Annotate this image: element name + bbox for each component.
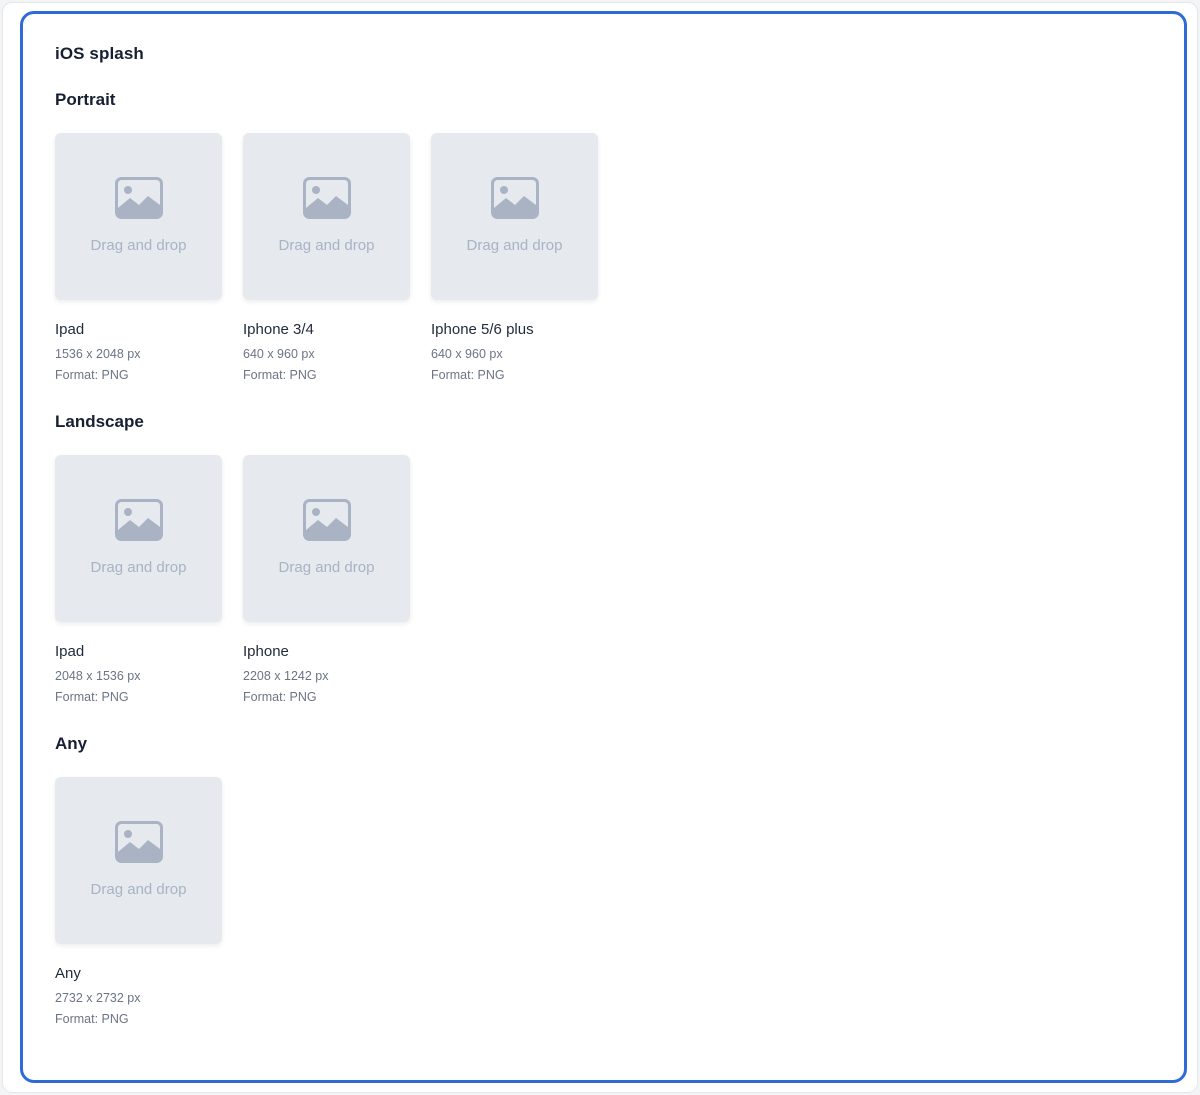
dropzone[interactable]: Drag and drop: [243, 455, 410, 622]
item-size: 2732 x 2732 px: [55, 991, 141, 1005]
image-icon: [302, 177, 351, 219]
splash-item: Drag and drop Ipad 1536 x 2048 px Format…: [55, 133, 222, 386]
image-icon: [490, 177, 539, 219]
item-name: Ipad: [55, 643, 85, 660]
dropzone-label: Drag and drop: [278, 559, 375, 576]
item-name: Iphone 3/4: [243, 321, 314, 338]
splash-item: Drag and drop Any 2732 x 2732 px Format:…: [55, 777, 222, 1030]
section-title-landscape: Landscape: [55, 412, 144, 431]
item-format: Format: PNG: [55, 1012, 129, 1026]
image-icon: [114, 177, 163, 219]
section-title-any: Any: [55, 734, 88, 753]
item-name: Iphone 5/6 plus: [431, 321, 534, 338]
splash-item: Drag and drop Iphone 3/4 640 x 960 px Fo…: [243, 133, 410, 386]
dropzone-label: Drag and drop: [466, 237, 563, 254]
image-icon: [114, 499, 163, 541]
item-name: Ipad: [55, 321, 85, 338]
landscape-row: Drag and drop Ipad 2048 x 1536 px Format…: [55, 455, 410, 708]
dropzone-label: Drag and drop: [90, 559, 187, 576]
page-title: iOS splash: [55, 44, 144, 63]
dropzone-label: Drag and drop: [90, 237, 187, 254]
item-size: 640 x 960 px: [243, 347, 315, 361]
dropzone-label: Drag and drop: [90, 881, 187, 898]
dropzone[interactable]: Drag and drop: [243, 133, 410, 300]
item-size: 1536 x 2048 px: [55, 347, 141, 361]
item-name: Any: [55, 965, 81, 982]
image-icon: [302, 499, 351, 541]
section-title-portrait: Portrait: [55, 90, 116, 109]
any-row: Drag and drop Any 2732 x 2732 px Format:…: [55, 777, 222, 1030]
dropzone[interactable]: Drag and drop: [55, 777, 222, 944]
item-size: 2208 x 1242 px: [243, 669, 329, 683]
dropzone[interactable]: Drag and drop: [55, 455, 222, 622]
portrait-row: Drag and drop Ipad 1536 x 2048 px Format…: [55, 133, 598, 386]
splash-item: Drag and drop Iphone 2208 x 1242 px Form…: [243, 455, 410, 708]
item-size: 2048 x 1536 px: [55, 669, 141, 683]
item-size: 640 x 960 px: [431, 347, 503, 361]
item-format: Format: PNG: [55, 368, 129, 382]
splash-item: Drag and drop Ipad 2048 x 1536 px Format…: [55, 455, 222, 708]
item-name: Iphone: [243, 643, 289, 660]
dropzone-label: Drag and drop: [278, 237, 375, 254]
page-background: iOS splash Portrait Drag and drop Ipad 1…: [2, 2, 1198, 1093]
item-format: Format: PNG: [431, 368, 505, 382]
item-format: Format: PNG: [243, 690, 317, 704]
image-icon: [114, 821, 163, 863]
dropzone[interactable]: Drag and drop: [431, 133, 598, 300]
item-format: Format: PNG: [243, 368, 317, 382]
splash-item: Drag and drop Iphone 5/6 plus 640 x 960 …: [431, 133, 598, 386]
dropzone[interactable]: Drag and drop: [55, 133, 222, 300]
item-format: Format: PNG: [55, 690, 129, 704]
ios-splash-panel: iOS splash Portrait Drag and drop Ipad 1…: [20, 11, 1187, 1083]
